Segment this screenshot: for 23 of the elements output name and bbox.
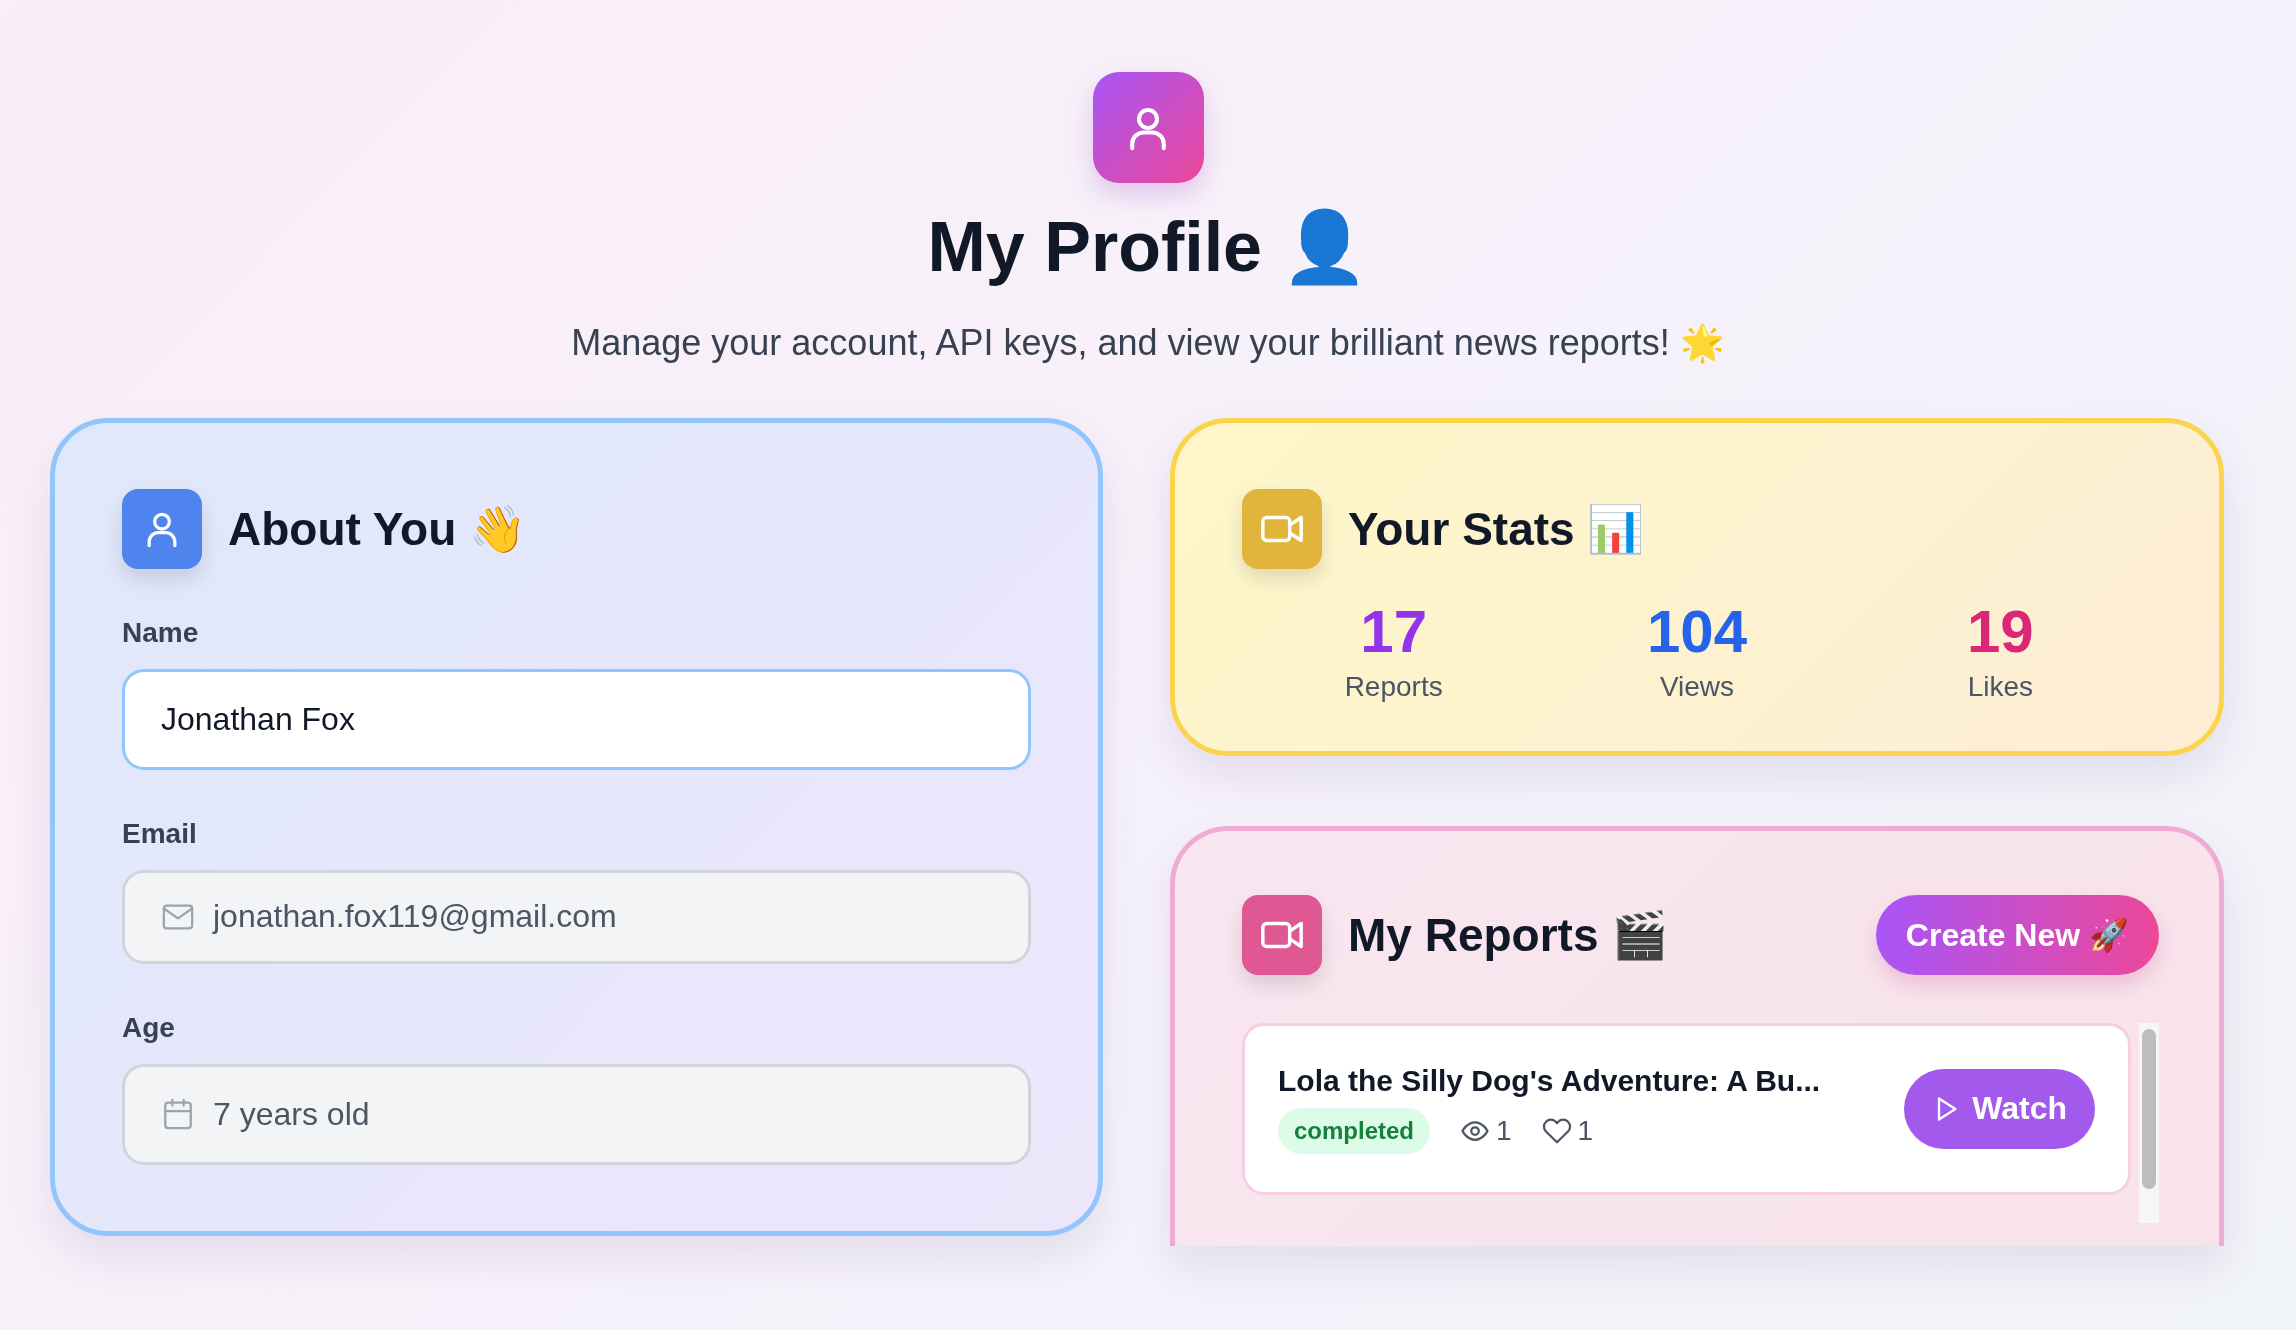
like-count: 1	[1577, 1114, 1594, 1147]
page-title: My Profile 👤	[927, 207, 1369, 288]
card-title: Your Stats 📊	[1348, 501, 1645, 556]
stat-value: 19	[1966, 598, 2034, 665]
create-new-button[interactable]: Create New 🚀	[1875, 894, 2159, 975]
scrollbar[interactable]	[2139, 1022, 2159, 1223]
watch-button[interactable]: Watch	[1904, 1068, 2095, 1149]
field-label: Name	[122, 616, 200, 649]
report-title: Lola the Silly Dog's Adventure: A Bu...	[1278, 1063, 1821, 1098]
card-title: My Reports 🎬	[1348, 907, 1669, 962]
view-count: 1	[1496, 1114, 1512, 1147]
calendar-icon	[161, 1097, 195, 1131]
status-badge: completed	[1278, 1107, 1431, 1154]
stat-value: 104	[1646, 598, 1748, 665]
stat-value: 17	[1360, 598, 1428, 665]
field-label: Email	[122, 817, 198, 850]
stat-label: Views	[1659, 670, 1735, 703]
page-subtitle: Manage your account, API keys, and view your brilliant news reports! 🌟	[571, 321, 1725, 364]
name-field[interactable]: Jonathan Fox	[122, 668, 1031, 770]
card-title: About You 👋	[228, 501, 527, 556]
stat-label: Reports	[1344, 670, 1443, 703]
stat-label: Likes	[1967, 670, 2033, 703]
field-label: Age	[122, 1011, 176, 1044]
